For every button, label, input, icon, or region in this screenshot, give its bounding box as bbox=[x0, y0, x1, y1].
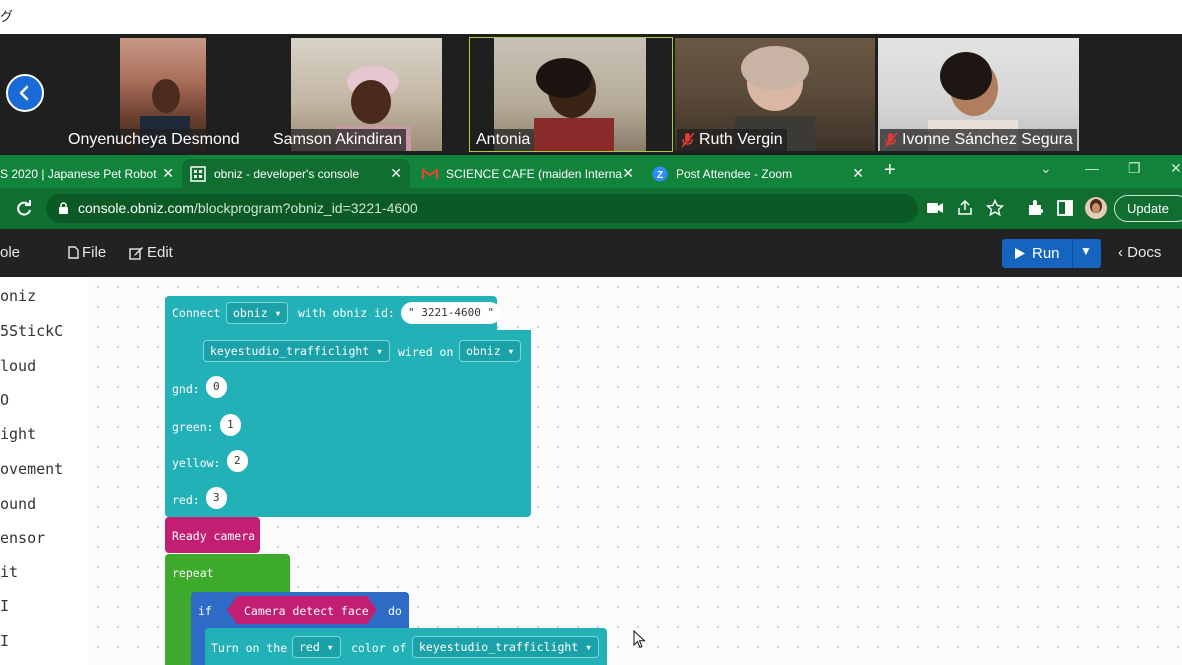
app-toolbar: ole File Edit Run ▼ ‹ Docs bbox=[0, 229, 1182, 277]
side-panel-icon[interactable] bbox=[1056, 199, 1074, 217]
close-tab-icon[interactable]: ✕ bbox=[390, 165, 402, 182]
browser-tab[interactable]: SCIENCE CAFE (maiden Internatio ✕ bbox=[414, 159, 642, 188]
browser-tab-active[interactable]: obniz - developer's console ✕ bbox=[182, 159, 410, 188]
obniz-id-input[interactable]: " 3221-4600 " bbox=[401, 302, 502, 324]
category-item[interactable]: I bbox=[0, 597, 9, 615]
wired-target-dropdown[interactable]: obniz ▾ bbox=[459, 340, 522, 362]
device-dropdown[interactable]: obniz ▾ bbox=[226, 302, 289, 324]
bookmark-star-icon[interactable] bbox=[986, 199, 1004, 217]
category-item[interactable]: 5StickC bbox=[0, 322, 63, 340]
category-item[interactable]: oniz bbox=[0, 287, 36, 305]
gnd-pin-input[interactable]: 0 bbox=[206, 376, 227, 398]
ready-camera-block[interactable]: Ready camera bbox=[165, 517, 260, 553]
chevron-left-icon bbox=[19, 85, 29, 101]
run-options-dropdown-icon[interactable]: ▼ bbox=[1080, 244, 1092, 258]
video-tile[interactable]: Ivonne Sánchez Segura bbox=[878, 38, 1079, 151]
muted-microphone-icon bbox=[884, 132, 898, 148]
zoom-video-strip: Onyenucheya Desmond Samson Akindiran Ant… bbox=[0, 34, 1182, 155]
extensions-icon[interactable] bbox=[1026, 199, 1044, 217]
run-button[interactable]: Run ▼ bbox=[1002, 239, 1101, 268]
lock-icon[interactable] bbox=[58, 202, 69, 215]
green-pin-input[interactable]: 1 bbox=[220, 414, 241, 436]
category-item[interactable]: ovement bbox=[0, 460, 63, 478]
block-category-sidebar: oniz 5StickC loud O ight ovement ound en… bbox=[0, 277, 88, 665]
play-icon bbox=[1015, 248, 1025, 259]
file-icon bbox=[68, 246, 79, 259]
address-bar-row: console.obniz.com/blockprogram?obniz_id=… bbox=[0, 188, 1182, 229]
participant-name: Ivonne Sánchez Segura bbox=[880, 129, 1077, 151]
category-item[interactable]: O bbox=[0, 391, 9, 409]
minimize-window-icon[interactable]: — bbox=[1085, 160, 1099, 176]
svg-text:Z: Z bbox=[657, 170, 663, 181]
url-text: console.obniz.com/blockprogram?obniz_id=… bbox=[78, 200, 418, 216]
trafficlight-block[interactable]: keyestudio_trafficlight ▾ wired on obniz… bbox=[165, 330, 531, 517]
connect-block[interactable]: Connect obniz ▾ with obniz id: " 3221-46… bbox=[165, 296, 502, 330]
screenshot-root: グ Onyenucheya Desmond Samson Akindiran A… bbox=[0, 0, 1182, 665]
file-menu[interactable]: File bbox=[68, 244, 106, 261]
turn-on-color-block[interactable]: Turn on the red ▾ color of keyestudio_tr… bbox=[205, 628, 607, 665]
edit-icon bbox=[129, 246, 143, 260]
docs-button[interactable]: ‹ Docs bbox=[1118, 244, 1161, 261]
close-window-icon[interactable]: ✕ bbox=[1170, 160, 1182, 177]
address-bar[interactable]: console.obniz.com/blockprogram?obniz_id=… bbox=[46, 194, 918, 223]
video-tile[interactable]: Ruth Vergin bbox=[675, 38, 875, 151]
maximize-window-icon[interactable]: ❐ bbox=[1128, 160, 1141, 177]
video-tile-active[interactable]: Antonia bbox=[469, 37, 673, 152]
update-button[interactable]: Update⋮ bbox=[1114, 195, 1182, 222]
share-icon[interactable] bbox=[956, 199, 974, 217]
browser-tab[interactable]: Z Post Attendee - Zoom ✕ bbox=[644, 159, 872, 188]
muted-microphone-icon bbox=[681, 132, 695, 148]
reload-icon[interactable] bbox=[14, 199, 34, 219]
tab-search-icon[interactable]: ⌄ bbox=[1040, 160, 1052, 177]
participant-name: Ruth Vergin bbox=[677, 129, 787, 151]
top-strip-text: グ bbox=[0, 10, 14, 25]
edit-menu[interactable]: Edit bbox=[129, 244, 173, 261]
red-pin-input[interactable]: 3 bbox=[206, 487, 227, 509]
part-dropdown[interactable]: keyestudio_trafficlight ▾ bbox=[203, 340, 391, 362]
obniz-favicon-icon bbox=[190, 165, 206, 182]
participant-name: Antonia bbox=[472, 129, 535, 151]
close-tab-icon[interactable]: ✕ bbox=[852, 165, 864, 182]
repeat-block-arm bbox=[165, 590, 190, 665]
browser-tab-bar: S 2020 | Japanese Pet Robot Le ✕ obniz -… bbox=[0, 155, 1182, 188]
target-part-dropdown[interactable]: keyestudio_trafficlight ▾ bbox=[412, 636, 600, 658]
category-item[interactable]: ound bbox=[0, 495, 36, 513]
video-tile[interactable]: Samson Akindiran bbox=[267, 38, 467, 151]
zoom-favicon-icon: Z bbox=[652, 166, 668, 182]
video-tile[interactable]: Onyenucheya Desmond bbox=[62, 38, 264, 151]
mouse-cursor-icon bbox=[633, 630, 646, 649]
app-brand: ole bbox=[0, 244, 21, 261]
category-item[interactable]: I bbox=[0, 632, 9, 650]
gmail-favicon-icon bbox=[422, 166, 438, 182]
browser-tab[interactable]: S 2020 | Japanese Pet Robot Le ✕ bbox=[0, 159, 182, 188]
camera-in-use-icon[interactable] bbox=[926, 199, 944, 217]
category-item[interactable]: loud bbox=[0, 357, 36, 375]
profile-avatar[interactable] bbox=[1085, 197, 1107, 219]
new-tab-button[interactable]: + bbox=[884, 159, 896, 182]
previous-page-button[interactable] bbox=[6, 74, 44, 112]
participant-name: Samson Akindiran bbox=[269, 129, 406, 151]
category-item[interactable]: it bbox=[0, 563, 18, 581]
color-dropdown[interactable]: red ▾ bbox=[292, 636, 341, 658]
close-tab-icon[interactable]: ✕ bbox=[622, 165, 634, 182]
category-item[interactable]: ight bbox=[0, 425, 36, 443]
participant-name: Onyenucheya Desmond bbox=[64, 129, 244, 151]
close-tab-icon[interactable]: ✕ bbox=[162, 165, 174, 182]
category-item[interactable]: ensor bbox=[0, 529, 45, 547]
yellow-pin-input[interactable]: 2 bbox=[227, 450, 248, 472]
top-strip: グ bbox=[0, 0, 1182, 34]
